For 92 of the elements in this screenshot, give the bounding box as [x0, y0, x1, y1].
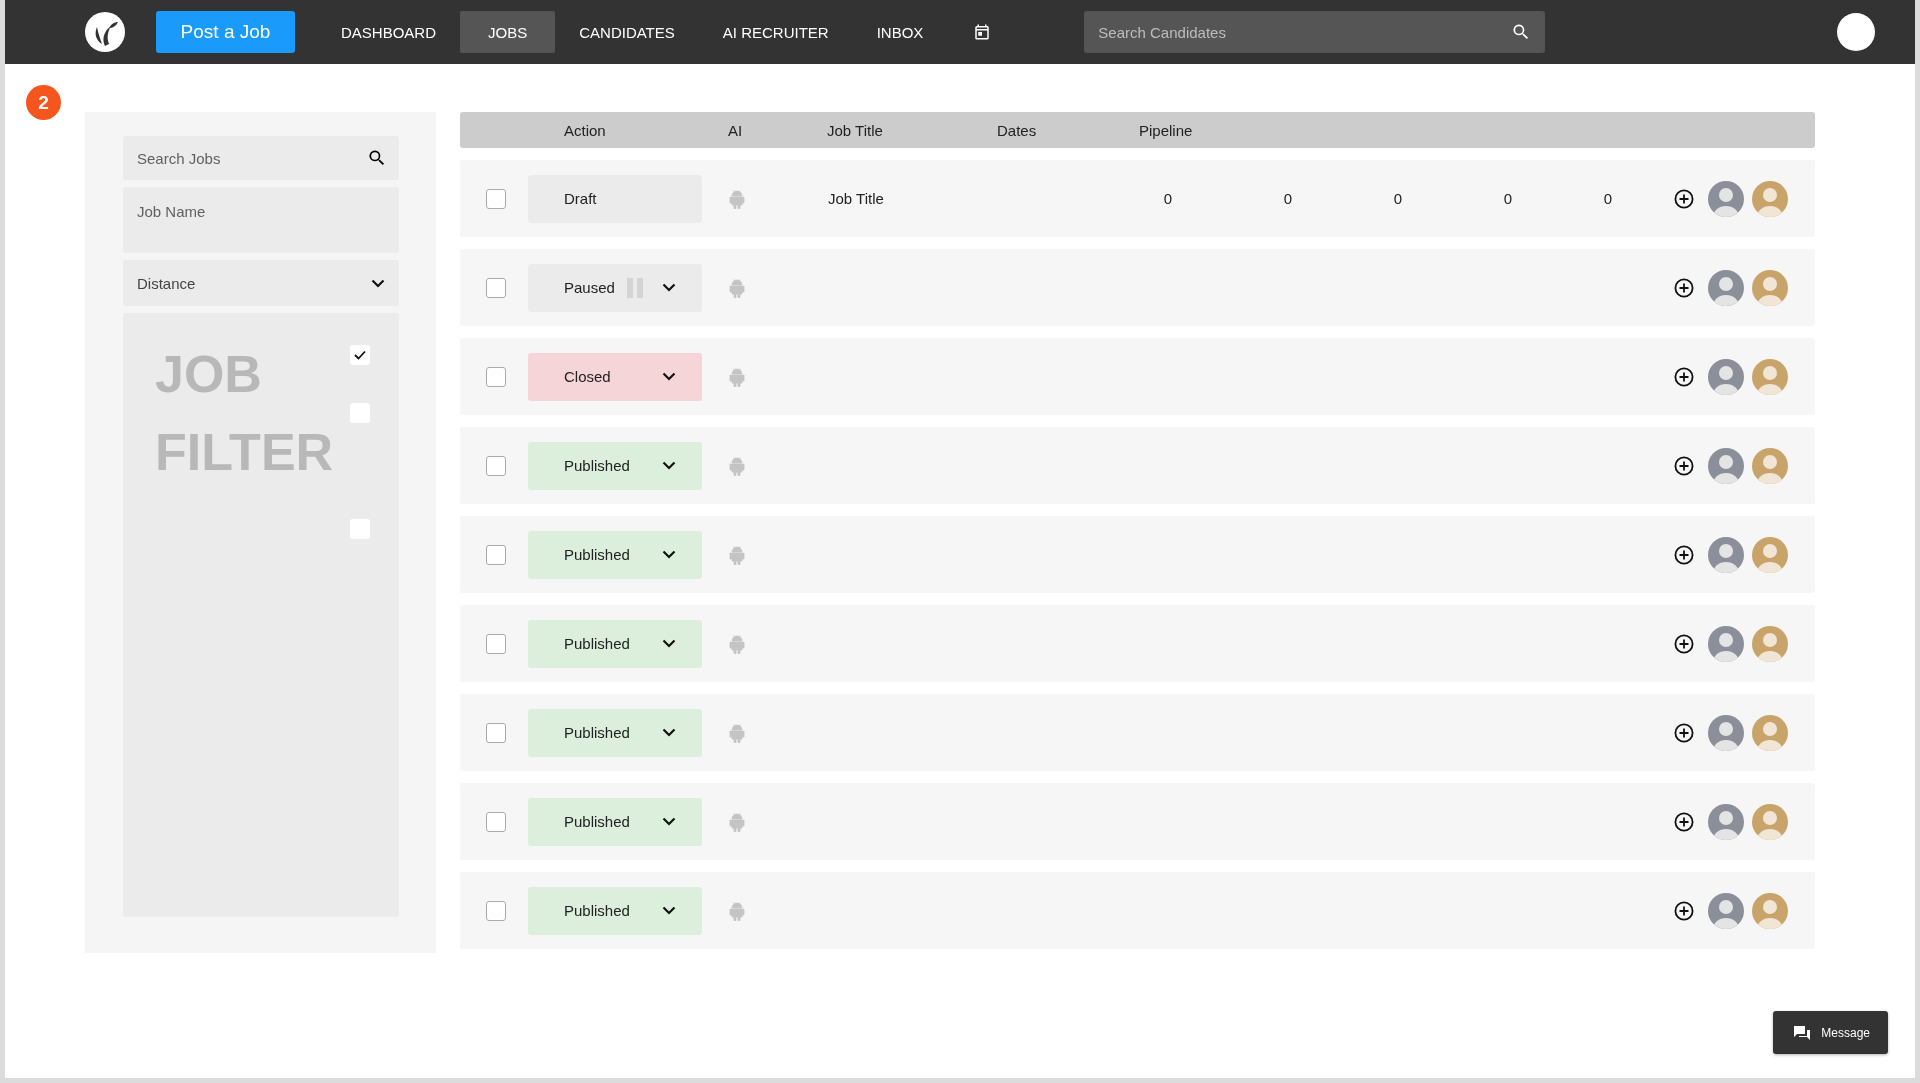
- nav-tab[interactable]: INBOX: [852, 11, 948, 53]
- candidate-avatar[interactable]: [1708, 269, 1744, 306]
- row-checkbox[interactable]: [486, 633, 506, 654]
- add-circle-icon[interactable]: [1674, 722, 1694, 743]
- robot-icon: [729, 277, 745, 298]
- candidate-avatar[interactable]: [1752, 625, 1788, 662]
- chevron-down-icon: [662, 728, 676, 737]
- robot-icon: [729, 455, 745, 476]
- robot-icon: [729, 188, 745, 209]
- distance-dropdown[interactable]: Distance: [123, 260, 399, 306]
- candidate-avatar[interactable]: [1752, 180, 1788, 217]
- candidate-avatar[interactable]: [1708, 447, 1744, 484]
- row-checkbox[interactable]: [486, 722, 506, 743]
- add-circle-icon[interactable]: [1674, 544, 1694, 565]
- calendar-icon[interactable]: [973, 23, 992, 41]
- chevron-down-icon: [662, 461, 676, 470]
- pipeline-count: 0: [1503, 190, 1513, 207]
- robot-icon: [729, 366, 745, 387]
- column-header: Action: [564, 121, 607, 139]
- search-icon[interactable]: [367, 148, 387, 168]
- pipeline-count: 0: [1163, 190, 1173, 207]
- logo-icon[interactable]: [85, 12, 125, 52]
- column-header: AI: [728, 121, 744, 139]
- job-title: Job Title: [827, 190, 885, 207]
- status-dropdown[interactable]: Published: [528, 441, 702, 490]
- filter-checkbox[interactable]: [350, 345, 370, 365]
- nav-tab[interactable]: DASHBOARD: [317, 11, 461, 53]
- row-checkbox[interactable]: [486, 811, 506, 832]
- step-badge: 2: [26, 85, 61, 120]
- pipeline-count: 0: [1393, 190, 1403, 207]
- candidate-avatar[interactable]: [1752, 803, 1788, 840]
- user-avatar[interactable]: [1837, 13, 1875, 51]
- add-circle-icon[interactable]: [1674, 811, 1694, 832]
- status-dropdown[interactable]: Published: [528, 797, 702, 846]
- chat-icon: [1793, 1024, 1812, 1041]
- pipeline-count: 0: [1283, 190, 1293, 207]
- candidate-avatar[interactable]: [1752, 269, 1788, 306]
- candidate-avatar[interactable]: [1708, 803, 1744, 840]
- column-header: Dates: [997, 121, 1038, 139]
- status-dropdown[interactable]: Paused: [528, 263, 702, 312]
- row-checkbox[interactable]: [486, 900, 506, 921]
- column-header: Pipeline: [1139, 121, 1194, 139]
- chevron-down-icon: [662, 639, 676, 648]
- candidate-avatar[interactable]: [1708, 625, 1744, 662]
- add-circle-icon[interactable]: [1674, 900, 1694, 921]
- nav-tab[interactable]: CANDIDATES: [555, 11, 699, 53]
- candidate-search-field[interactable]: Search Candidates: [1084, 11, 1546, 53]
- add-circle-icon[interactable]: [1674, 366, 1694, 387]
- row-checkbox[interactable]: [486, 188, 506, 209]
- add-circle-icon[interactable]: [1674, 277, 1694, 298]
- chevron-down-icon: [662, 817, 676, 826]
- candidate-avatar[interactable]: [1708, 536, 1744, 573]
- candidate-avatar[interactable]: [1752, 447, 1788, 484]
- job-name-field[interactable]: Job Name: [123, 187, 399, 253]
- nav-tab[interactable]: JOBS: [460, 11, 556, 53]
- chevron-down-icon: [371, 278, 385, 288]
- row-checkbox[interactable]: [486, 366, 506, 387]
- chevron-down-icon: [662, 283, 676, 292]
- candidate-avatar[interactable]: [1752, 536, 1788, 573]
- row-checkbox[interactable]: [486, 277, 506, 298]
- robot-icon: [729, 722, 745, 743]
- add-circle-icon[interactable]: [1674, 188, 1694, 209]
- column-header: Job Title: [827, 121, 884, 139]
- pipeline-count: 0: [1603, 190, 1613, 207]
- robot-icon: [729, 633, 745, 654]
- robot-icon: [729, 900, 745, 921]
- check-icon: [354, 350, 366, 360]
- candidate-avatar[interactable]: [1708, 180, 1744, 217]
- robot-icon: [729, 811, 745, 832]
- status-dropdown[interactable]: Draft: [528, 174, 702, 223]
- status-dropdown[interactable]: Closed: [528, 352, 702, 401]
- status-dropdown[interactable]: Published: [528, 886, 702, 935]
- status-dropdown[interactable]: Published: [528, 530, 702, 579]
- candidate-avatar[interactable]: [1708, 358, 1744, 395]
- candidate-avatar[interactable]: [1708, 714, 1744, 751]
- status-dropdown[interactable]: Published: [528, 708, 702, 757]
- chevron-down-icon: [662, 550, 676, 559]
- chevron-down-icon: [662, 906, 676, 915]
- row-checkbox[interactable]: [486, 455, 506, 476]
- job-search-field[interactable]: Search Jobs: [123, 136, 399, 180]
- message-button[interactable]: Message: [1773, 1011, 1888, 1054]
- candidate-avatar[interactable]: [1752, 714, 1788, 751]
- row-checkbox[interactable]: [486, 544, 506, 565]
- chevron-down-icon: [662, 372, 676, 381]
- add-circle-icon[interactable]: [1674, 633, 1694, 654]
- candidate-avatar[interactable]: [1752, 892, 1788, 929]
- add-circle-icon[interactable]: [1674, 455, 1694, 476]
- candidate-avatar[interactable]: [1752, 358, 1788, 395]
- status-dropdown[interactable]: Published: [528, 619, 702, 668]
- robot-icon: [729, 544, 745, 565]
- candidate-avatar[interactable]: [1708, 892, 1744, 929]
- nav-tab[interactable]: AI RECRUITER: [698, 11, 853, 53]
